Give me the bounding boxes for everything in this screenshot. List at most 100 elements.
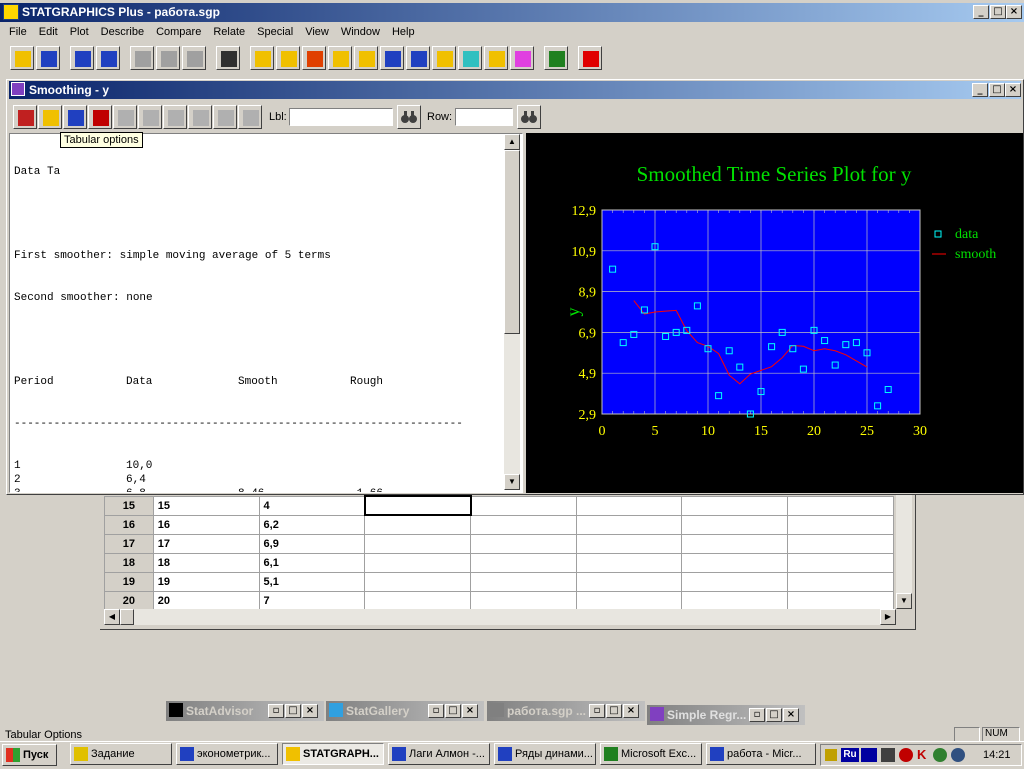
lbl-search-button[interactable] <box>397 105 421 129</box>
row-search-button[interactable] <box>517 105 541 129</box>
lbl-input[interactable] <box>289 108 393 126</box>
row-input[interactable] <box>455 108 513 126</box>
minimized-window[interactable]: StatAdvisor ▫ □ × <box>166 701 324 721</box>
tabular-output-pane[interactable]: Data Ta First smoother: simple moving av… <box>9 133 523 493</box>
sheet-row-header[interactable]: 15 <box>104 495 154 516</box>
minimize-button[interactable]: _ <box>973 5 989 19</box>
chart4-button[interactable] <box>328 46 352 70</box>
scroll-thumb[interactable] <box>504 150 520 334</box>
sheet-row-header[interactable]: 20 <box>104 590 154 611</box>
sheet-cell[interactable] <box>364 514 471 535</box>
chart5-button[interactable] <box>354 46 378 70</box>
minimized-window[interactable]: Simple Regr... ▫ □ × <box>647 705 805 725</box>
sheet-scroll-right[interactable]: ▶ <box>880 609 896 625</box>
output-scrollbar[interactable]: ▲ ▼ <box>504 134 520 490</box>
calculator-button[interactable] <box>70 46 94 70</box>
copy-button[interactable] <box>156 46 180 70</box>
close-button[interactable]: × <box>1006 5 1022 19</box>
sheet-cell[interactable] <box>470 552 577 573</box>
sheet-cell[interactable] <box>681 590 789 611</box>
sheet-cell[interactable] <box>470 514 577 535</box>
gear-tray-icon[interactable] <box>933 748 947 762</box>
sheet-row-header[interactable]: 17 <box>104 533 154 554</box>
cut-button[interactable] <box>130 46 154 70</box>
sheet-cell[interactable]: 19 <box>152 571 260 592</box>
menu-file[interactable]: File <box>3 23 33 41</box>
menu-special[interactable]: Special <box>251 23 299 41</box>
sheet-cell[interactable]: 6,1 <box>258 552 366 573</box>
paste-button[interactable] <box>182 46 206 70</box>
sheet-vscroll[interactable]: ▼ <box>896 495 912 609</box>
child-close-button[interactable]: × <box>1005 83 1021 97</box>
taskbar-button[interactable]: Microsoft Exc... <box>600 743 702 765</box>
sheet-cell[interactable]: 15 <box>152 495 260 516</box>
sheet-cell[interactable] <box>681 571 789 592</box>
save-data-button[interactable] <box>96 46 120 70</box>
menu-view[interactable]: View <box>299 23 335 41</box>
sheet-cell[interactable]: 6,2 <box>258 514 366 535</box>
taskbar-button[interactable]: Ряды динами... <box>494 743 596 765</box>
graphical-options-button[interactable] <box>63 105 87 129</box>
language-indicator[interactable]: Ru <box>841 748 859 762</box>
sheet-cell[interactable] <box>470 571 577 592</box>
sheet-cell[interactable]: 4 <box>258 495 366 516</box>
menu-help[interactable]: Help <box>386 23 421 41</box>
chart6-button[interactable] <box>380 46 404 70</box>
sheet-cell[interactable] <box>364 552 471 573</box>
taskbar-button[interactable]: Задание <box>70 743 172 765</box>
save-button[interactable] <box>36 46 60 70</box>
minimized-maximize-button[interactable]: □ <box>445 704 461 718</box>
sheet-cell[interactable] <box>787 552 894 573</box>
chart-pane[interactable]: Smoothed Time Series Plot for y 0 5 10 15 20 2… <box>526 133 1023 493</box>
sheet-cell[interactable] <box>787 590 894 611</box>
sheet-cell[interactable]: 16 <box>152 514 260 535</box>
sheet-cell[interactable] <box>787 571 894 592</box>
sheet-cell[interactable] <box>364 590 471 611</box>
minimized-maximize-button[interactable]: □ <box>285 704 301 718</box>
taskbar-button[interactable]: STATGRAPH... <box>282 743 384 765</box>
sheet-cell[interactable] <box>681 552 789 573</box>
save-results-button[interactable] <box>88 105 112 129</box>
sheet-cell[interactable] <box>681 495 789 516</box>
sheet-cell[interactable] <box>470 590 577 611</box>
chart1-button[interactable] <box>250 46 274 70</box>
sheet-hscroll-thumb[interactable] <box>120 609 134 625</box>
tabular-options-button[interactable] <box>38 105 62 129</box>
chart10-button[interactable] <box>484 46 508 70</box>
minimized-restore-button[interactable]: ▫ <box>589 704 605 718</box>
sheet-cell[interactable]: 7 <box>258 590 366 611</box>
menu-plot[interactable]: Plot <box>64 23 95 41</box>
k-icon[interactable]: K <box>917 748 931 762</box>
chart9-button[interactable] <box>458 46 482 70</box>
minimized-maximize-button[interactable]: □ <box>606 704 622 718</box>
taskbar-button[interactable]: Лаги Алмон -... <box>388 743 490 765</box>
sheet-cell[interactable] <box>364 571 471 592</box>
sheet-scroll-down[interactable]: ▼ <box>896 593 912 609</box>
taskbar-button[interactable]: работа - Micr... <box>706 743 816 765</box>
sheet-cell[interactable] <box>787 533 894 554</box>
sheet-row-header[interactable]: 16 <box>104 514 154 535</box>
analysis-options-button[interactable] <box>113 105 137 129</box>
chart11-button[interactable] <box>510 46 534 70</box>
chart7-button[interactable] <box>406 46 430 70</box>
help-button[interactable] <box>578 46 602 70</box>
globe-tray-icon[interactable] <box>951 748 965 762</box>
sheet-cell[interactable]: 5,1 <box>258 571 366 592</box>
pane-options-button[interactable] <box>138 105 162 129</box>
network-icon[interactable] <box>881 748 895 762</box>
window-icon[interactable] <box>11 82 25 96</box>
menu-window[interactable]: Window <box>335 23 386 41</box>
sheet-cell[interactable] <box>787 495 894 516</box>
minimized-close-button[interactable]: × <box>783 708 799 722</box>
sheet-row-header[interactable]: 19 <box>104 571 154 592</box>
minimized-close-button[interactable]: × <box>462 704 478 718</box>
scroll-down-button[interactable]: ▼ <box>504 474 520 490</box>
sheet-cell[interactable]: 17 <box>152 533 260 554</box>
sheet-hscroll[interactable]: ◀ ▶ <box>104 609 896 625</box>
print-button[interactable] <box>216 46 240 70</box>
sheet-cell[interactable] <box>470 495 577 516</box>
sheet-cell[interactable] <box>575 533 683 554</box>
menu-relate[interactable]: Relate <box>207 23 251 41</box>
add-button[interactable] <box>238 105 262 129</box>
sheet-cell[interactable] <box>575 495 683 516</box>
